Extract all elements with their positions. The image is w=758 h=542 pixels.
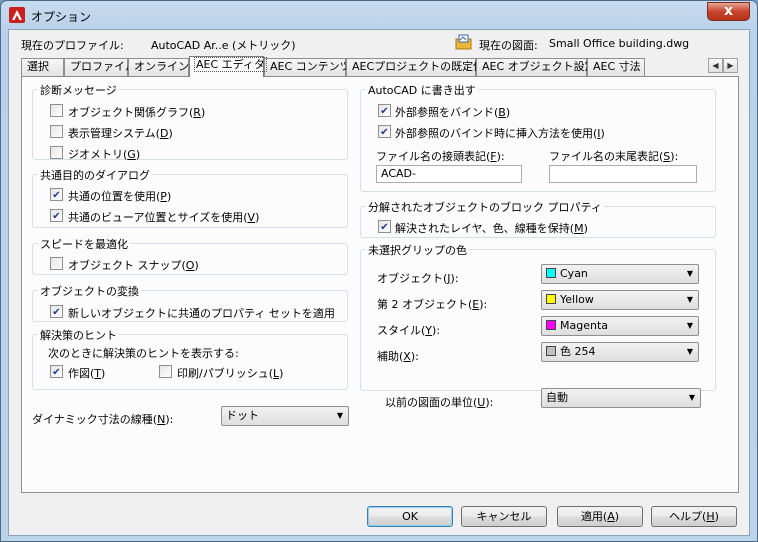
previous-units-dropdown[interactable]: 自動 ▼	[541, 388, 701, 408]
tab-aec-editor[interactable]: AEC エディタ	[189, 56, 267, 77]
tab-profile[interactable]: プロファイル	[64, 58, 136, 76]
bind-xref-checkbox[interactable]	[378, 104, 391, 117]
color-swatch	[546, 346, 556, 356]
apply-button[interactable]: 適用(A)	[557, 506, 643, 527]
close-button[interactable]: x	[707, 2, 750, 21]
color-swatch	[546, 294, 556, 304]
object-conversion-title: オブジェクトの変換	[38, 283, 141, 299]
object-snap-checkbox[interactable]	[50, 257, 63, 270]
grip-style-label: スタイル(Y):	[377, 324, 441, 337]
exploded-block-title: 分解されたオブジェクトのブロック プロパティ	[366, 199, 604, 215]
title-bar[interactable]: オプション x	[1, 1, 757, 29]
aec-editor-panel: 診断メッセージ オブジェクト関係グラフ(R) 表示管理システム(D) ジオメトリ…	[21, 76, 739, 493]
draw-label: 作図(T)	[68, 367, 106, 380]
chevron-down-icon: ▼	[686, 295, 693, 304]
insert-method-checkbox[interactable]	[378, 125, 391, 138]
grip-auxiliary-label: 補助(X):	[377, 350, 419, 363]
common-position-checkbox[interactable]	[50, 188, 63, 201]
tab-selection[interactable]: 選択	[21, 58, 64, 76]
apply-property-set-checkbox[interactable]	[50, 305, 63, 318]
current-drawing-label: 現在の図面:	[479, 39, 538, 52]
current-profile-value: AutoCAD Ar..e (メトリック)	[151, 39, 296, 52]
color-swatch	[546, 268, 556, 278]
tab-online[interactable]: オンライン	[128, 58, 189, 76]
display-manager-checkbox[interactable]	[50, 125, 63, 138]
grip-style-color-dropdown[interactable]: Magenta ▼	[541, 316, 699, 336]
chevron-down-icon: ▼	[688, 393, 695, 402]
speed-title: スピードを最適化	[38, 236, 130, 252]
current-drawing-value: Small Office building.dwg	[549, 37, 690, 50]
solution-tips-title: 解決策のヒント	[38, 327, 119, 343]
grip-object-color-dropdown[interactable]: Cyan ▼	[541, 264, 699, 284]
solution-tips-description: 次のときに解決策のヒントを表示する:	[48, 347, 239, 360]
grip-object-label: オブジェクト(J):	[377, 272, 459, 285]
tab-aec-dimension[interactable]: AEC 寸法	[587, 58, 645, 76]
display-manager-label: 表示管理システム(D)	[68, 127, 173, 140]
previous-units-label: 以前の図面の単位(U):	[385, 396, 494, 409]
tab-aec-project-defaults[interactable]: AECプロジェクトの既定値	[346, 58, 484, 76]
object-relation-graph-checkbox[interactable]	[50, 104, 63, 117]
grip-auxiliary-color-dropdown[interactable]: 色 254 ▼	[541, 342, 699, 362]
file-suffix-input[interactable]	[549, 165, 697, 183]
insert-method-label: 外部参照のバインド時に挿入方法を使用(I)	[395, 127, 605, 140]
help-button[interactable]: ヘルプ(H)	[651, 506, 737, 527]
options-window: オプション x 現在のプロファイル: AutoCAD Ar..e (メトリック)…	[0, 0, 758, 542]
ok-button[interactable]: OK	[367, 506, 453, 527]
draw-checkbox[interactable]	[50, 365, 63, 378]
drawing-folder-icon	[455, 34, 472, 50]
object-relation-graph-label: オブジェクト関係グラフ(R)	[68, 106, 206, 119]
grip-colors-title: 未選択グリップの色	[366, 242, 469, 258]
common-viewer-checkbox[interactable]	[50, 209, 63, 222]
geometry-checkbox[interactable]	[50, 146, 63, 159]
tab-strip: 選択 プロファイル オンライン AEC エディタ AEC コンテンツ AECプロ…	[21, 56, 741, 77]
current-profile-label: 現在のプロファイル:	[21, 39, 124, 52]
apply-property-set-label: 新しいオブジェクトに共通のプロパティ セットを適用	[68, 307, 335, 320]
geometry-label: ジオメトリ(G)	[68, 148, 141, 161]
common-position-label: 共通の位置を使用(P)	[68, 190, 172, 203]
object-snap-label: オブジェクト スナップ(O)	[68, 259, 199, 272]
tab-aec-content[interactable]: AEC コンテンツ	[264, 58, 351, 76]
print-publish-checkbox[interactable]	[159, 365, 172, 378]
color-swatch	[546, 320, 556, 330]
window-title: オプション	[31, 10, 92, 24]
cancel-button[interactable]: キャンセル	[461, 506, 547, 527]
bind-xref-label: 外部参照をバインド(B)	[395, 106, 511, 119]
chevron-down-icon: ▼	[686, 269, 693, 278]
dynamic-dim-linetype-dropdown[interactable]: ドット ▼	[221, 406, 349, 426]
file-suffix-label: ファイル名の末尾表記(S):	[549, 150, 679, 163]
print-publish-label: 印刷/パブリッシュ(L)	[177, 367, 284, 380]
file-prefix-label: ファイル名の接頭表記(F):	[376, 150, 505, 163]
dialog-client: 現在のプロファイル: AutoCAD Ar..e (メトリック) 現在の図面: …	[8, 29, 750, 536]
chevron-down-icon: ▼	[686, 321, 693, 330]
file-prefix-input[interactable]: ACAD-	[376, 165, 522, 183]
chevron-down-icon: ▼	[336, 411, 343, 420]
export-autocad-title: AutoCAD に書き出す	[366, 82, 478, 98]
grip-secondary-color-dropdown[interactable]: Yellow ▼	[541, 290, 699, 310]
autocad-logo-icon	[9, 7, 25, 23]
common-viewer-label: 共通のビューア位置とサイズを使用(V)	[68, 211, 260, 224]
chevron-down-icon: ▼	[686, 347, 693, 356]
dynamic-dim-linetype-label: ダイナミック寸法の線種(N):	[32, 413, 174, 426]
tab-scroll-left-icon[interactable]: ◀	[708, 58, 723, 73]
diagnostics-title: 診断メッセージ	[38, 82, 119, 98]
grip-secondary-label: 第 2 オブジェクト(E):	[377, 298, 488, 311]
retain-layer-label: 解決されたレイヤ、色、線種を保持(M)	[395, 222, 588, 235]
retain-layer-checkbox[interactable]	[378, 220, 391, 233]
common-dialogs-title: 共通目的のダイアログ	[38, 167, 152, 183]
tab-aec-object-settings[interactable]: AEC オブジェクト設定	[476, 58, 596, 76]
tab-scroll-right-icon[interactable]: ▶	[723, 58, 738, 73]
